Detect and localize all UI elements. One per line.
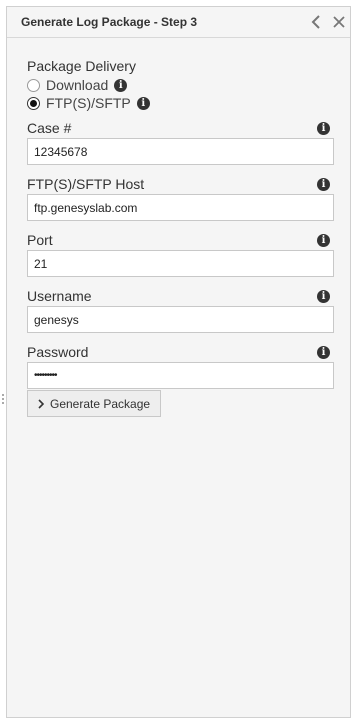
port-label: Port xyxy=(27,232,53,248)
radio-download-circle[interactable] xyxy=(27,78,40,92)
host-label: FTP(S)/SFTP Host xyxy=(27,176,145,192)
username-input[interactable]: genesys xyxy=(27,306,334,333)
radio-ftp-circle[interactable] xyxy=(27,96,40,110)
close-button[interactable] xyxy=(328,11,350,33)
radio-download-label: Download xyxy=(46,77,109,93)
info-icon[interactable]: i xyxy=(317,290,330,303)
resize-grip[interactable] xyxy=(2,394,5,406)
close-icon xyxy=(333,16,345,28)
package-delivery-label: Package Delivery xyxy=(27,58,136,74)
chevron-left-icon xyxy=(311,15,320,29)
host-input[interactable]: ftp.genesyslab.com xyxy=(27,194,334,221)
generate-package-label: Generate Package xyxy=(50,396,151,411)
generate-log-package-panel: Generate Log Package - Step 3 Package De… xyxy=(2,6,351,718)
radio-ftp-label: FTP(S)/SFTP xyxy=(46,95,131,111)
panel-body: Package Delivery Download i FTP(S)/SFTP … xyxy=(2,38,350,717)
generate-package-button[interactable]: Generate Package xyxy=(27,390,161,417)
case-input[interactable]: 12345678 xyxy=(27,138,334,165)
port-input[interactable]: 21 xyxy=(27,250,334,277)
info-icon[interactable]: i xyxy=(317,346,330,359)
case-label: Case # xyxy=(27,120,72,136)
info-icon[interactable]: i xyxy=(317,178,330,191)
info-icon[interactable]: i xyxy=(114,78,128,92)
radio-download[interactable]: Download i xyxy=(27,76,128,94)
chevron-right-icon xyxy=(38,398,44,409)
panel-header: Generate Log Package - Step 3 xyxy=(7,7,350,38)
password-label: Password xyxy=(27,344,89,360)
username-label: Username xyxy=(27,288,92,304)
info-icon[interactable]: i xyxy=(136,96,150,110)
panel-title: Generate Log Package - Step 3 xyxy=(21,15,198,29)
radio-ftp[interactable]: FTP(S)/SFTP i xyxy=(27,94,150,112)
back-button[interactable] xyxy=(305,11,327,33)
info-icon[interactable]: i xyxy=(317,234,330,247)
info-icon[interactable]: i xyxy=(317,122,330,135)
password-input[interactable]: ••••••••• xyxy=(27,362,334,389)
